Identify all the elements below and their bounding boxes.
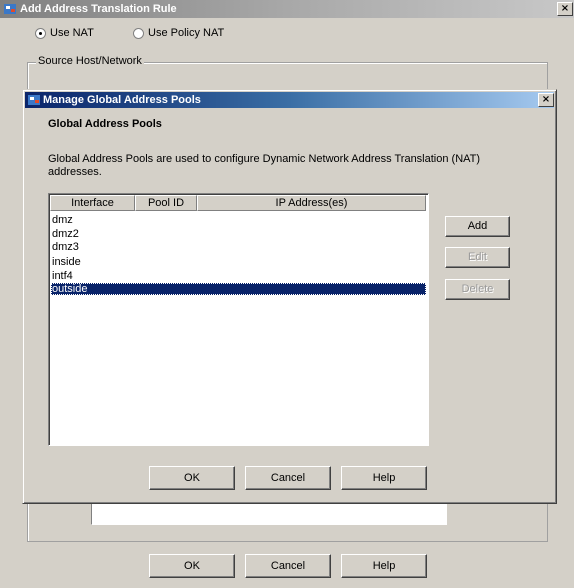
- list-item[interactable]: dmz: [51, 214, 426, 226]
- column-header-interface[interactable]: Interface: [50, 195, 135, 211]
- dialog-help-button[interactable]: Help: [341, 466, 427, 490]
- window-title: Add Address Translation Rule: [20, 3, 177, 15]
- dialog-app-icon: [28, 95, 40, 105]
- main-cancel-label: Cancel: [270, 560, 306, 572]
- main-help-label: Help: [372, 560, 396, 572]
- dialog-cancel-label: Cancel: [270, 472, 306, 484]
- list-item[interactable]: dmz3: [51, 241, 426, 253]
- dialog-title: Manage Global Address Pools: [43, 94, 201, 106]
- dialog-cancel-button[interactable]: Cancel: [245, 466, 331, 490]
- app-icon: [4, 4, 16, 14]
- list-item[interactable]: inside: [51, 256, 426, 268]
- source-group-label: Source Host/Network: [36, 55, 144, 67]
- use-nat-label: Use NAT: [50, 27, 94, 39]
- edit-label: Edit: [468, 251, 487, 263]
- delete-button[interactable]: Delete: [445, 279, 510, 300]
- add-button[interactable]: Add: [445, 216, 510, 237]
- use-policy-nat-label: Use Policy NAT: [148, 27, 225, 39]
- list-item[interactable]: intf4: [51, 270, 426, 282]
- main-cancel-button[interactable]: Cancel: [245, 554, 331, 578]
- close-icon[interactable]: ×: [557, 2, 573, 16]
- radio-unselected-icon: [133, 27, 144, 39]
- main-ok-label: OK: [184, 560, 200, 572]
- dialog-close-icon[interactable]: ×: [538, 93, 554, 107]
- dialog-heading: Global Address Pools: [48, 118, 162, 130]
- list-item[interactable]: dmz2: [51, 228, 426, 240]
- delete-label: Delete: [461, 283, 494, 295]
- main-help-button[interactable]: Help: [341, 554, 427, 578]
- column-header-pool-id[interactable]: Pool ID: [135, 195, 197, 211]
- add-label: Add: [467, 220, 488, 232]
- main-ok-button[interactable]: OK: [149, 554, 235, 578]
- pool-list[interactable]: Interface Pool ID IP Address(es) dmz dmz…: [48, 193, 429, 446]
- source-text-area[interactable]: [91, 503, 447, 525]
- edit-button[interactable]: Edit: [445, 247, 510, 268]
- radio-selected-icon: [35, 27, 46, 39]
- main-window-titlebar[interactable]: Add Address Translation Rule ×: [0, 0, 574, 18]
- list-item-selected[interactable]: outside: [51, 283, 426, 295]
- dialog-ok-label: OK: [184, 472, 200, 484]
- dialog-help-label: Help: [372, 472, 396, 484]
- dialog-description: Global Address Pools are used to configu…: [48, 153, 481, 178]
- use-policy-nat-radio[interactable]: Use Policy NAT: [133, 27, 224, 39]
- column-header-ip-addresses[interactable]: IP Address(es): [197, 195, 426, 211]
- use-nat-radio[interactable]: Use NAT: [35, 27, 94, 39]
- dialog-titlebar[interactable]: Manage Global Address Pools ×: [25, 92, 554, 108]
- dialog-ok-button[interactable]: OK: [149, 466, 235, 490]
